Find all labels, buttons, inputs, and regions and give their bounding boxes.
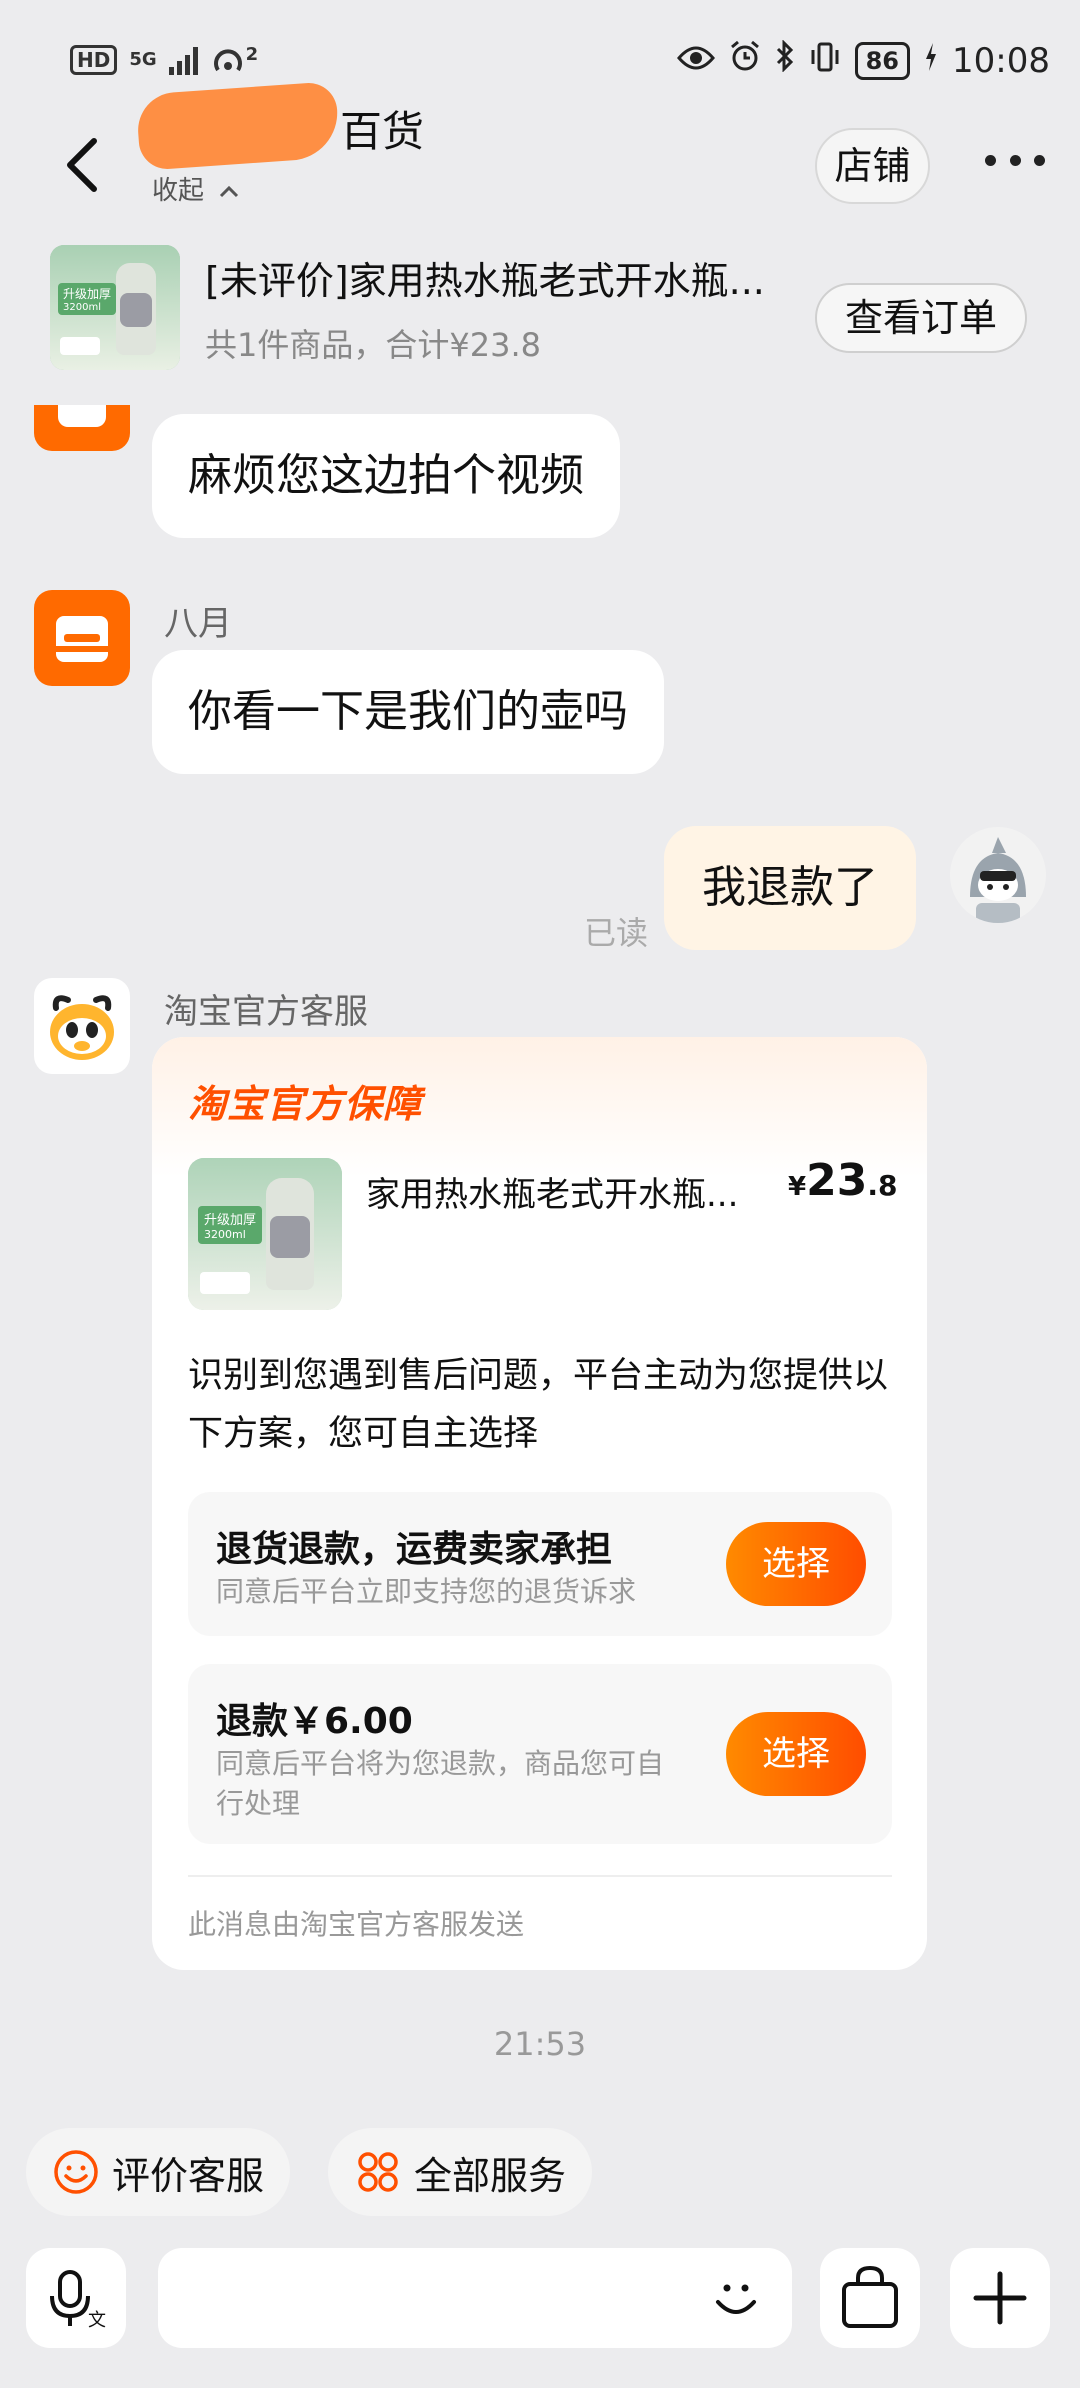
rate-service-button[interactable]: 评价客服 xyxy=(26,2128,291,2216)
select-return-refund-button[interactable]: 选择 xyxy=(726,1522,866,1606)
emoji-icon[interactable] xyxy=(706,2268,766,2328)
option-title: 退款￥6.00 xyxy=(216,1701,413,1742)
shop-avatar[interactable] xyxy=(34,405,130,451)
taobao-mascot-icon xyxy=(50,995,114,1060)
message-input[interactable] xyxy=(158,2248,792,2348)
thumb-capacity: 3200ml xyxy=(204,1228,246,1241)
collapse-toggle[interactable]: 收起 xyxy=(152,170,240,207)
thumb-capacity: 3200ml xyxy=(63,302,101,313)
redaction-mark xyxy=(135,81,341,171)
message-bubble[interactable]: 麻烦您这边拍个视频 xyxy=(152,414,620,538)
store-icon xyxy=(56,616,108,662)
card-description: 识别到您遇到售后问题，平台主动为您提供以下方案，您可自主选择 xyxy=(188,1356,889,1454)
status-left: HD 5G 2 xyxy=(70,44,258,76)
official-service-avatar[interactable] xyxy=(34,978,130,1074)
battery-indicator: 86 xyxy=(854,41,911,80)
grid-services-icon xyxy=(358,2152,398,2192)
status-right: 86 10:08 xyxy=(676,39,1050,81)
card-title: 淘宝官方保障 xyxy=(188,1082,423,1126)
alarm-icon xyxy=(729,40,761,81)
network-type: 5G xyxy=(129,49,157,70)
eye-icon xyxy=(676,41,715,81)
hotspot-icon: 2 xyxy=(210,44,259,76)
product-picker-button[interactable] xyxy=(820,2248,920,2348)
hotspot-count: 2 xyxy=(245,44,259,65)
option-description: 同意后平台将为您退款，商品您可自行处理 xyxy=(216,1747,665,1820)
order-title[interactable]: [未评价]家用热水瓶老式开水瓶... xyxy=(205,250,805,305)
price-symbol: ¥ xyxy=(788,1172,807,1202)
select-refund-only-button[interactable]: 选择 xyxy=(726,1712,866,1796)
shop-name[interactable]: 百货 xyxy=(340,98,424,159)
read-status: 已读 xyxy=(584,914,649,952)
order-summary: 共1件商品，合计¥23.8 xyxy=(205,326,541,364)
price-decimal: .8 xyxy=(867,1169,898,1202)
microphone-translate-icon: 文 xyxy=(50,2270,106,2331)
clock: 10:08 xyxy=(952,40,1050,81)
all-services-button[interactable]: 全部服务 xyxy=(328,2128,593,2216)
sender-name: 淘宝官方客服 xyxy=(164,992,368,1032)
card-price: ¥23.8 xyxy=(788,1155,897,1206)
all-services-label: 全部服务 xyxy=(414,2153,567,2198)
sender-name: 八月 xyxy=(164,604,232,644)
chevron-left-icon xyxy=(67,138,97,192)
dot-icon xyxy=(1009,154,1021,166)
more-menu-button[interactable] xyxy=(985,145,1045,175)
dot-icon xyxy=(985,154,996,166)
dot-icon xyxy=(1034,154,1045,166)
card-product-name[interactable]: 家用热水瓶老式开水瓶... xyxy=(366,1167,766,1216)
thumb-badge: 升级加厚 xyxy=(204,1213,257,1228)
view-order-button[interactable]: 查看订单 xyxy=(815,283,1027,353)
shop-button[interactable]: 店铺 xyxy=(815,128,930,204)
message-timestamp: 21:53 xyxy=(493,2025,587,2063)
back-button[interactable] xyxy=(60,135,104,195)
signal-icon xyxy=(168,45,198,75)
divider xyxy=(188,1875,892,1877)
vibrate-icon xyxy=(809,41,841,81)
svg-text:文: 文 xyxy=(88,2310,106,2331)
shop-avatar[interactable] xyxy=(34,590,130,686)
card-footer: 此消息由淘宝官方客服发送 xyxy=(188,1908,525,1941)
my-message-bubble[interactable]: 我退款了 xyxy=(664,826,916,950)
shark-avatar-icon xyxy=(970,837,1026,923)
option-description: 同意后平台立即支持您的退货诉求 xyxy=(216,1575,637,1608)
bluetooth-icon xyxy=(775,39,795,81)
order-product-thumbnail[interactable]: 升级加厚 3200ml xyxy=(50,245,180,370)
chevron-up-icon xyxy=(220,185,239,198)
hd-indicator: HD xyxy=(70,45,118,75)
voice-input-button[interactable]: 文 xyxy=(26,2248,126,2348)
option-return-refund[interactable]: 退货退款，运费卖家承担 同意后平台立即支持您的退货诉求 选择 xyxy=(188,1492,892,1636)
user-avatar[interactable] xyxy=(950,827,1046,923)
plus-icon xyxy=(973,2271,1027,2325)
option-refund-only[interactable]: 退款￥6.00 同意后平台将为您退款，商品您可自行处理 选择 xyxy=(188,1664,892,1844)
more-options-button[interactable] xyxy=(950,2248,1050,2348)
charging-icon xyxy=(924,41,938,81)
shopping-bag-icon xyxy=(842,2265,898,2328)
price-integer: 23 xyxy=(806,1155,868,1206)
thumb-badge: 升级加厚 xyxy=(63,287,112,301)
collapse-label: 收起 xyxy=(152,176,205,206)
message-bubble[interactable]: 你看一下是我们的壶吗 xyxy=(152,650,664,774)
rate-service-label: 评价客服 xyxy=(112,2153,265,2198)
smiley-icon xyxy=(54,2150,98,2194)
guarantee-card: 淘宝官方保障 升级加厚 3200ml 家用热水瓶老式开水瓶... ¥23.8 识… xyxy=(152,1037,927,1970)
option-title: 退货退款，运费卖家承担 xyxy=(216,1529,613,1570)
card-product-thumbnail[interactable]: 升级加厚 3200ml xyxy=(188,1158,342,1310)
